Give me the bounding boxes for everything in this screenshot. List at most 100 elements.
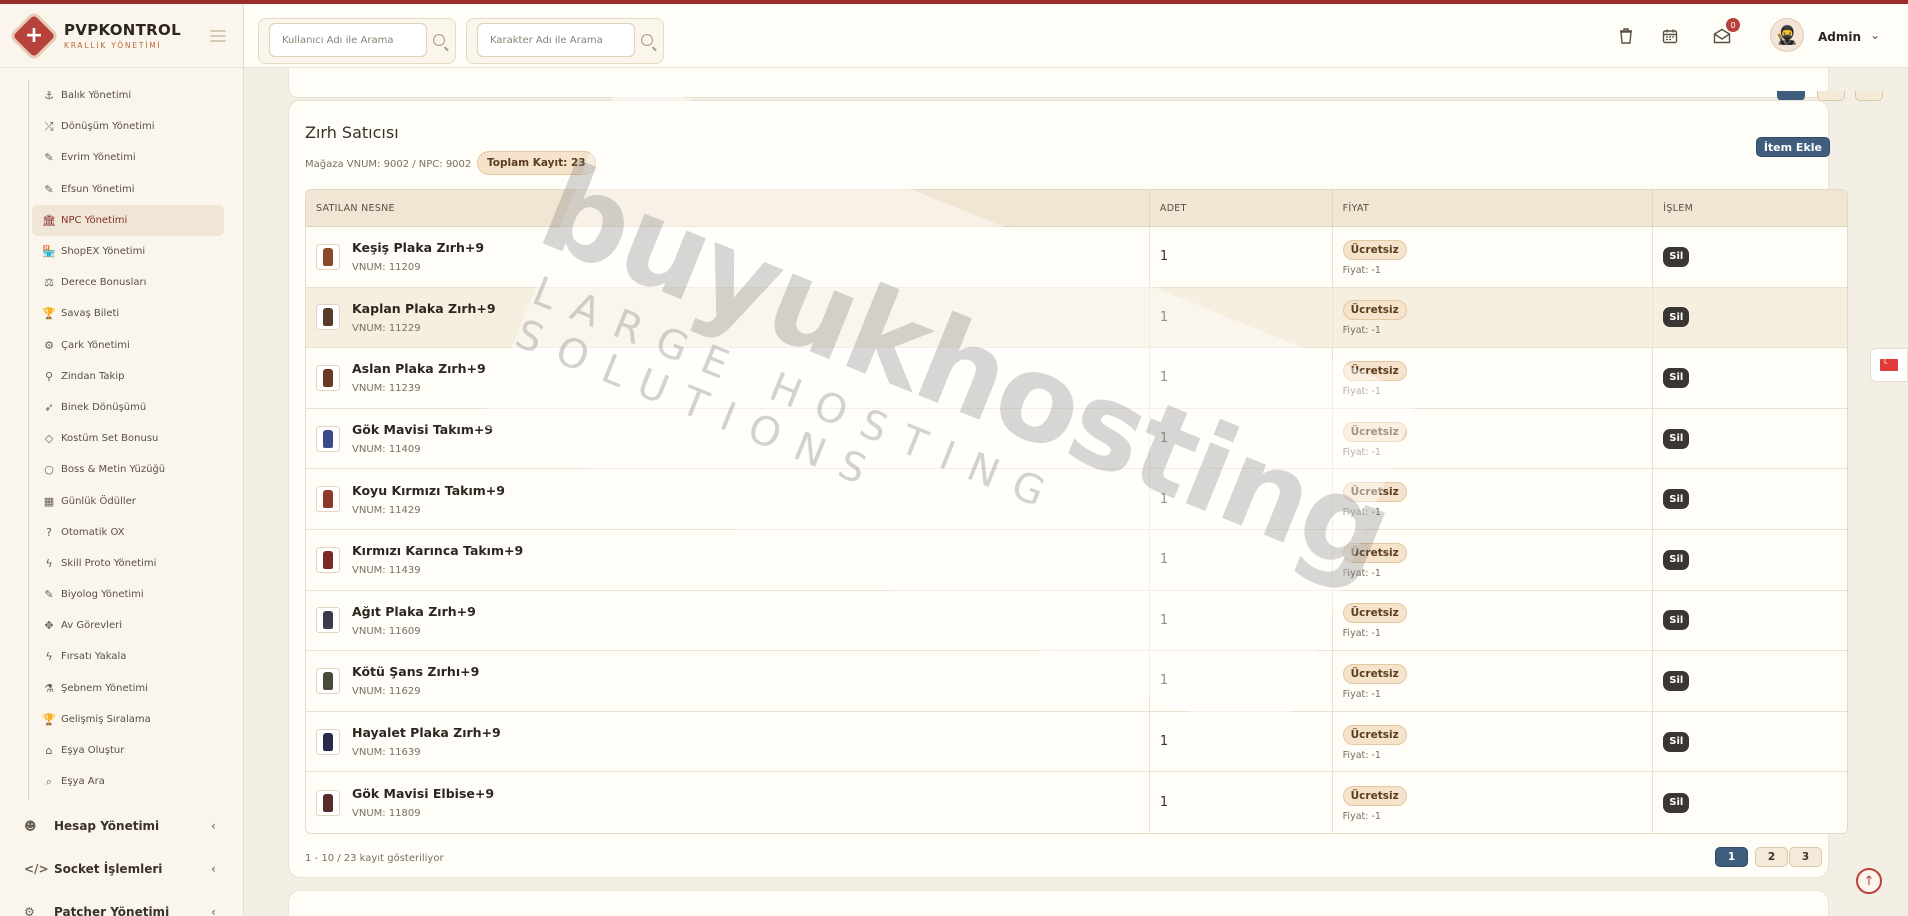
brand-subtitle: KRALLIK YÖNETİMİ bbox=[64, 41, 162, 50]
sidebar-group[interactable]: ☻ Hesap Yönetimi ‹ bbox=[0, 806, 244, 846]
sidebar-item[interactable]: ? Otomatik OX bbox=[0, 517, 244, 548]
delete-button[interactable]: Sil bbox=[1663, 428, 1690, 449]
sidebar-item[interactable]: 🏆 Savaş Bileti bbox=[0, 298, 244, 329]
delete-button[interactable]: Sil bbox=[1663, 246, 1690, 267]
action-cell: Sil bbox=[1653, 591, 1847, 651]
table-header: SATILAN NESNE ADET FİYAT İŞLEM bbox=[306, 190, 1847, 227]
sidebar-item[interactable]: ⌂ Eşya Oluştur bbox=[0, 735, 244, 766]
price-cell: Ücretsiz Fiyat: -1 bbox=[1333, 408, 1654, 469]
previous-page-button[interactable] bbox=[1855, 91, 1883, 101]
sidebar-item[interactable]: ⚓ Balık Yönetimi bbox=[0, 80, 244, 111]
user-search-box bbox=[258, 18, 456, 64]
character-search-box bbox=[466, 18, 664, 64]
add-item-button[interactable]: İtem Ekle bbox=[1755, 137, 1830, 157]
brand[interactable]: + PVPKONTROL KRALLIK YÖNETİMİ bbox=[0, 4, 243, 68]
delete-button[interactable]: Sil bbox=[1663, 792, 1690, 813]
sidebar-item[interactable]: ✎ Biyolog Yönetimi bbox=[0, 579, 244, 610]
column-header-price[interactable]: FİYAT bbox=[1333, 190, 1654, 226]
item-image bbox=[316, 789, 340, 816]
delete-button[interactable]: Sil bbox=[1663, 549, 1690, 570]
sidebar-item[interactable]: ○ Boss & Metin Yüzüğü bbox=[0, 454, 244, 485]
chevron-down-icon[interactable]: ⌄ bbox=[1870, 28, 1880, 42]
sidebar-item[interactable]: ϟ Fırsatı Yakala bbox=[0, 641, 244, 672]
language-flag-icon[interactable] bbox=[1870, 348, 1908, 382]
sidebar-item[interactable]: ➶ Binek Dönüşümü bbox=[0, 392, 244, 423]
sidebar-group[interactable]: ⚙ Patcher Yönetimi ‹ bbox=[0, 892, 244, 916]
character-search-input[interactable] bbox=[477, 23, 635, 57]
sidebar: + PVPKONTROL KRALLIK YÖNETİMİ ⚓ Balık Yön… bbox=[0, 4, 244, 916]
page-3-button[interactable]: 3 bbox=[1789, 847, 1822, 867]
column-header-item[interactable]: SATILAN NESNE bbox=[306, 190, 1150, 226]
search-icon[interactable] bbox=[433, 34, 445, 46]
delete-button[interactable]: Sil bbox=[1663, 307, 1690, 328]
user-name[interactable]: Admin bbox=[1818, 30, 1861, 44]
sidebar-item[interactable]: 🏪 ShopEX Yönetimi bbox=[0, 236, 244, 267]
price-badge: Ücretsiz bbox=[1342, 360, 1407, 381]
sidebar-menu: ⚓ Balık Yönetimi ⤮ Dönüşüm Yönetimi ✎ Evrim Y… bbox=[0, 80, 244, 800]
sidebar-group-label: Hesap Yönetimi bbox=[54, 819, 160, 833]
sidebar-group[interactable]: </> Socket İşlemleri ‹ bbox=[0, 849, 244, 889]
price-badge: Ücretsiz bbox=[1342, 482, 1407, 503]
column-header-action[interactable]: İŞLEM bbox=[1653, 190, 1847, 226]
sidebar-item[interactable]: ⚙ Çark Yönetimi bbox=[0, 330, 244, 361]
price-badge: Ücretsiz bbox=[1342, 663, 1407, 684]
action-cell: Sil bbox=[1653, 772, 1847, 833]
item-qty: 1 bbox=[1159, 612, 1169, 628]
delete-button[interactable]: Sil bbox=[1663, 670, 1690, 691]
sidebar-item[interactable]: ◇ Kostüm Set Bonusu bbox=[0, 423, 244, 454]
calendar-icon[interactable] bbox=[1658, 24, 1682, 48]
item-vnum: VNUM: 11229 bbox=[352, 322, 421, 334]
sidebar-item[interactable]: ⤮ Dönüşüm Yönetimi bbox=[0, 111, 244, 142]
sidebar-item[interactable]: ✎ Evrim Yönetimi bbox=[0, 142, 244, 173]
sidebar-item[interactable]: ⚲ Zindan Takip bbox=[0, 361, 244, 392]
delete-button[interactable]: Sil bbox=[1663, 610, 1690, 631]
item-name: Gök Mavisi Elbise+9 bbox=[352, 786, 495, 802]
sidebar-item-label: Fırsatı Yakala bbox=[61, 651, 127, 663]
sidebar-item[interactable]: ▦ Günlük Ödüller bbox=[0, 485, 244, 516]
avatar[interactable]: 🥷 bbox=[1770, 18, 1804, 52]
sidebar-item[interactable]: ✥ Av Görevleri bbox=[0, 610, 244, 641]
delete-button[interactable]: Sil bbox=[1663, 731, 1690, 752]
price-cell: Ücretsiz Fiyat: -1 bbox=[1333, 711, 1654, 772]
sidebar-item-label: Eşya Ara bbox=[61, 776, 105, 788]
page-2-button[interactable]: 2 bbox=[1755, 847, 1788, 867]
user-search-input[interactable] bbox=[269, 23, 427, 57]
item-image bbox=[316, 607, 340, 634]
column-header-qty[interactable]: ADET bbox=[1150, 190, 1333, 226]
item-qty: 1 bbox=[1159, 734, 1169, 750]
sidebar-item[interactable]: ⌕ Eşya Ara bbox=[0, 766, 244, 797]
chevron-left-icon: ‹ bbox=[211, 819, 216, 833]
sidebar-item-label: Biyolog Yönetimi bbox=[61, 589, 144, 601]
item-name: Aslan Plaka Zırh+9 bbox=[352, 361, 486, 377]
item-image bbox=[316, 486, 340, 513]
search-icon[interactable] bbox=[641, 34, 653, 46]
price-badge: Ücretsiz bbox=[1342, 542, 1407, 563]
item-qty: 1 bbox=[1159, 491, 1169, 507]
sidebar-item-label: ShopEX Yönetimi bbox=[61, 246, 146, 258]
menu-toggle-icon[interactable] bbox=[210, 30, 226, 42]
previous-page-button[interactable] bbox=[1817, 91, 1845, 101]
price-badge: Ücretsiz bbox=[1342, 421, 1407, 442]
page-1-button[interactable]: 1 bbox=[1715, 847, 1748, 867]
mail-icon[interactable]: 0 bbox=[1710, 18, 1740, 48]
qty-cell: 1 bbox=[1150, 287, 1333, 348]
sidebar-item[interactable]: ⚗ Şebnem Yönetimi bbox=[0, 673, 244, 704]
delete-button[interactable]: Sil bbox=[1663, 489, 1690, 510]
trash-icon[interactable] bbox=[1614, 24, 1638, 48]
item-cell: Koyu Kırmızı Takım+9 VNUM: 11429 bbox=[306, 469, 1150, 529]
top-accent-line bbox=[0, 0, 1908, 4]
sidebar-item[interactable]: ⚖ Derece Bonusları bbox=[0, 267, 244, 298]
sidebar-item[interactable]: 🏆 Gelişmiş Sıralama bbox=[0, 704, 244, 735]
item-cell: Aslan Plaka Zırh+9 VNUM: 11239 bbox=[306, 348, 1150, 408]
item-vnum: VNUM: 11439 bbox=[352, 565, 421, 577]
scroll-top-icon[interactable]: ↑ bbox=[1856, 868, 1882, 894]
item-vnum: VNUM: 11429 bbox=[352, 504, 421, 516]
action-cell: Sil bbox=[1653, 530, 1847, 590]
item-image bbox=[316, 304, 340, 331]
sidebar-item[interactable]: 🏛 NPC Yönetimi bbox=[32, 204, 224, 236]
sidebar-item[interactable]: ϟ Skill Proto Yönetimi bbox=[0, 548, 244, 579]
delete-button[interactable]: Sil bbox=[1663, 367, 1690, 388]
item-vnum: VNUM: 11609 bbox=[352, 625, 421, 637]
action-cell: Sil bbox=[1653, 651, 1847, 711]
sidebar-item[interactable]: ✎ Efsun Yönetimi bbox=[0, 174, 244, 205]
